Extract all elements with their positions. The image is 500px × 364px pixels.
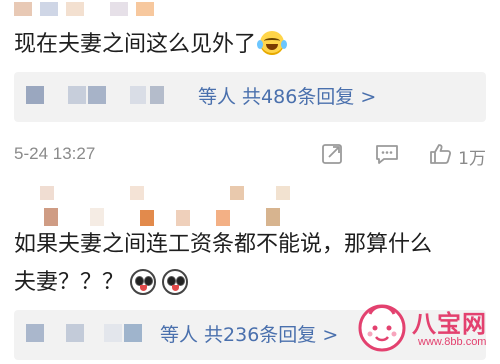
blurred-reply-avatars (22, 320, 172, 346)
blurred-username-comment-2 (40, 186, 300, 232)
comment-icon[interactable] (374, 142, 400, 166)
thumbs-up-icon[interactable] (428, 142, 454, 166)
shocked-face-emoji-icon (130, 269, 157, 295)
watermark-logo: 八宝网 www.8bb.com (356, 296, 494, 358)
comment-1-text-content: 现在夫妻之间这么见外了 (14, 32, 257, 57)
shocked-face-emoji-icon (162, 269, 189, 295)
comment-2-text-line-1: 如果夫妻之间连工资条都不能说，那算什么 (14, 232, 433, 257)
comment-1-reply-summary[interactable]: 等人 共486条回复 > (198, 85, 376, 109)
comment-1-reply-box[interactable]: 等人 共486条回复 > (14, 72, 486, 122)
comment-1-meta-row: 5-24 13:27 1万 (14, 140, 486, 170)
watermark-brand: 八宝网 (412, 310, 487, 338)
blurred-reply-avatars (22, 82, 182, 108)
laughing-tears-emoji-icon (257, 31, 288, 55)
comment-2-text-line-2-content: 夫妻？？？ (14, 270, 125, 295)
comment-1-like-count: 1万 (458, 149, 486, 169)
comment-1-text: 现在夫妻之间这么见外了 (14, 30, 288, 60)
share-icon[interactable] (320, 142, 346, 166)
comment-1-timestamp: 5-24 13:27 (14, 144, 96, 163)
blurred-username-top (14, 2, 164, 18)
comment-2-text-line-2: 夫妻？？？ (14, 268, 189, 298)
watermark-url: www.8bb.com (418, 336, 487, 348)
baby-face-logo-icon (358, 304, 406, 352)
comment-2-reply-summary[interactable]: 等人 共236条回复 > (160, 323, 338, 347)
